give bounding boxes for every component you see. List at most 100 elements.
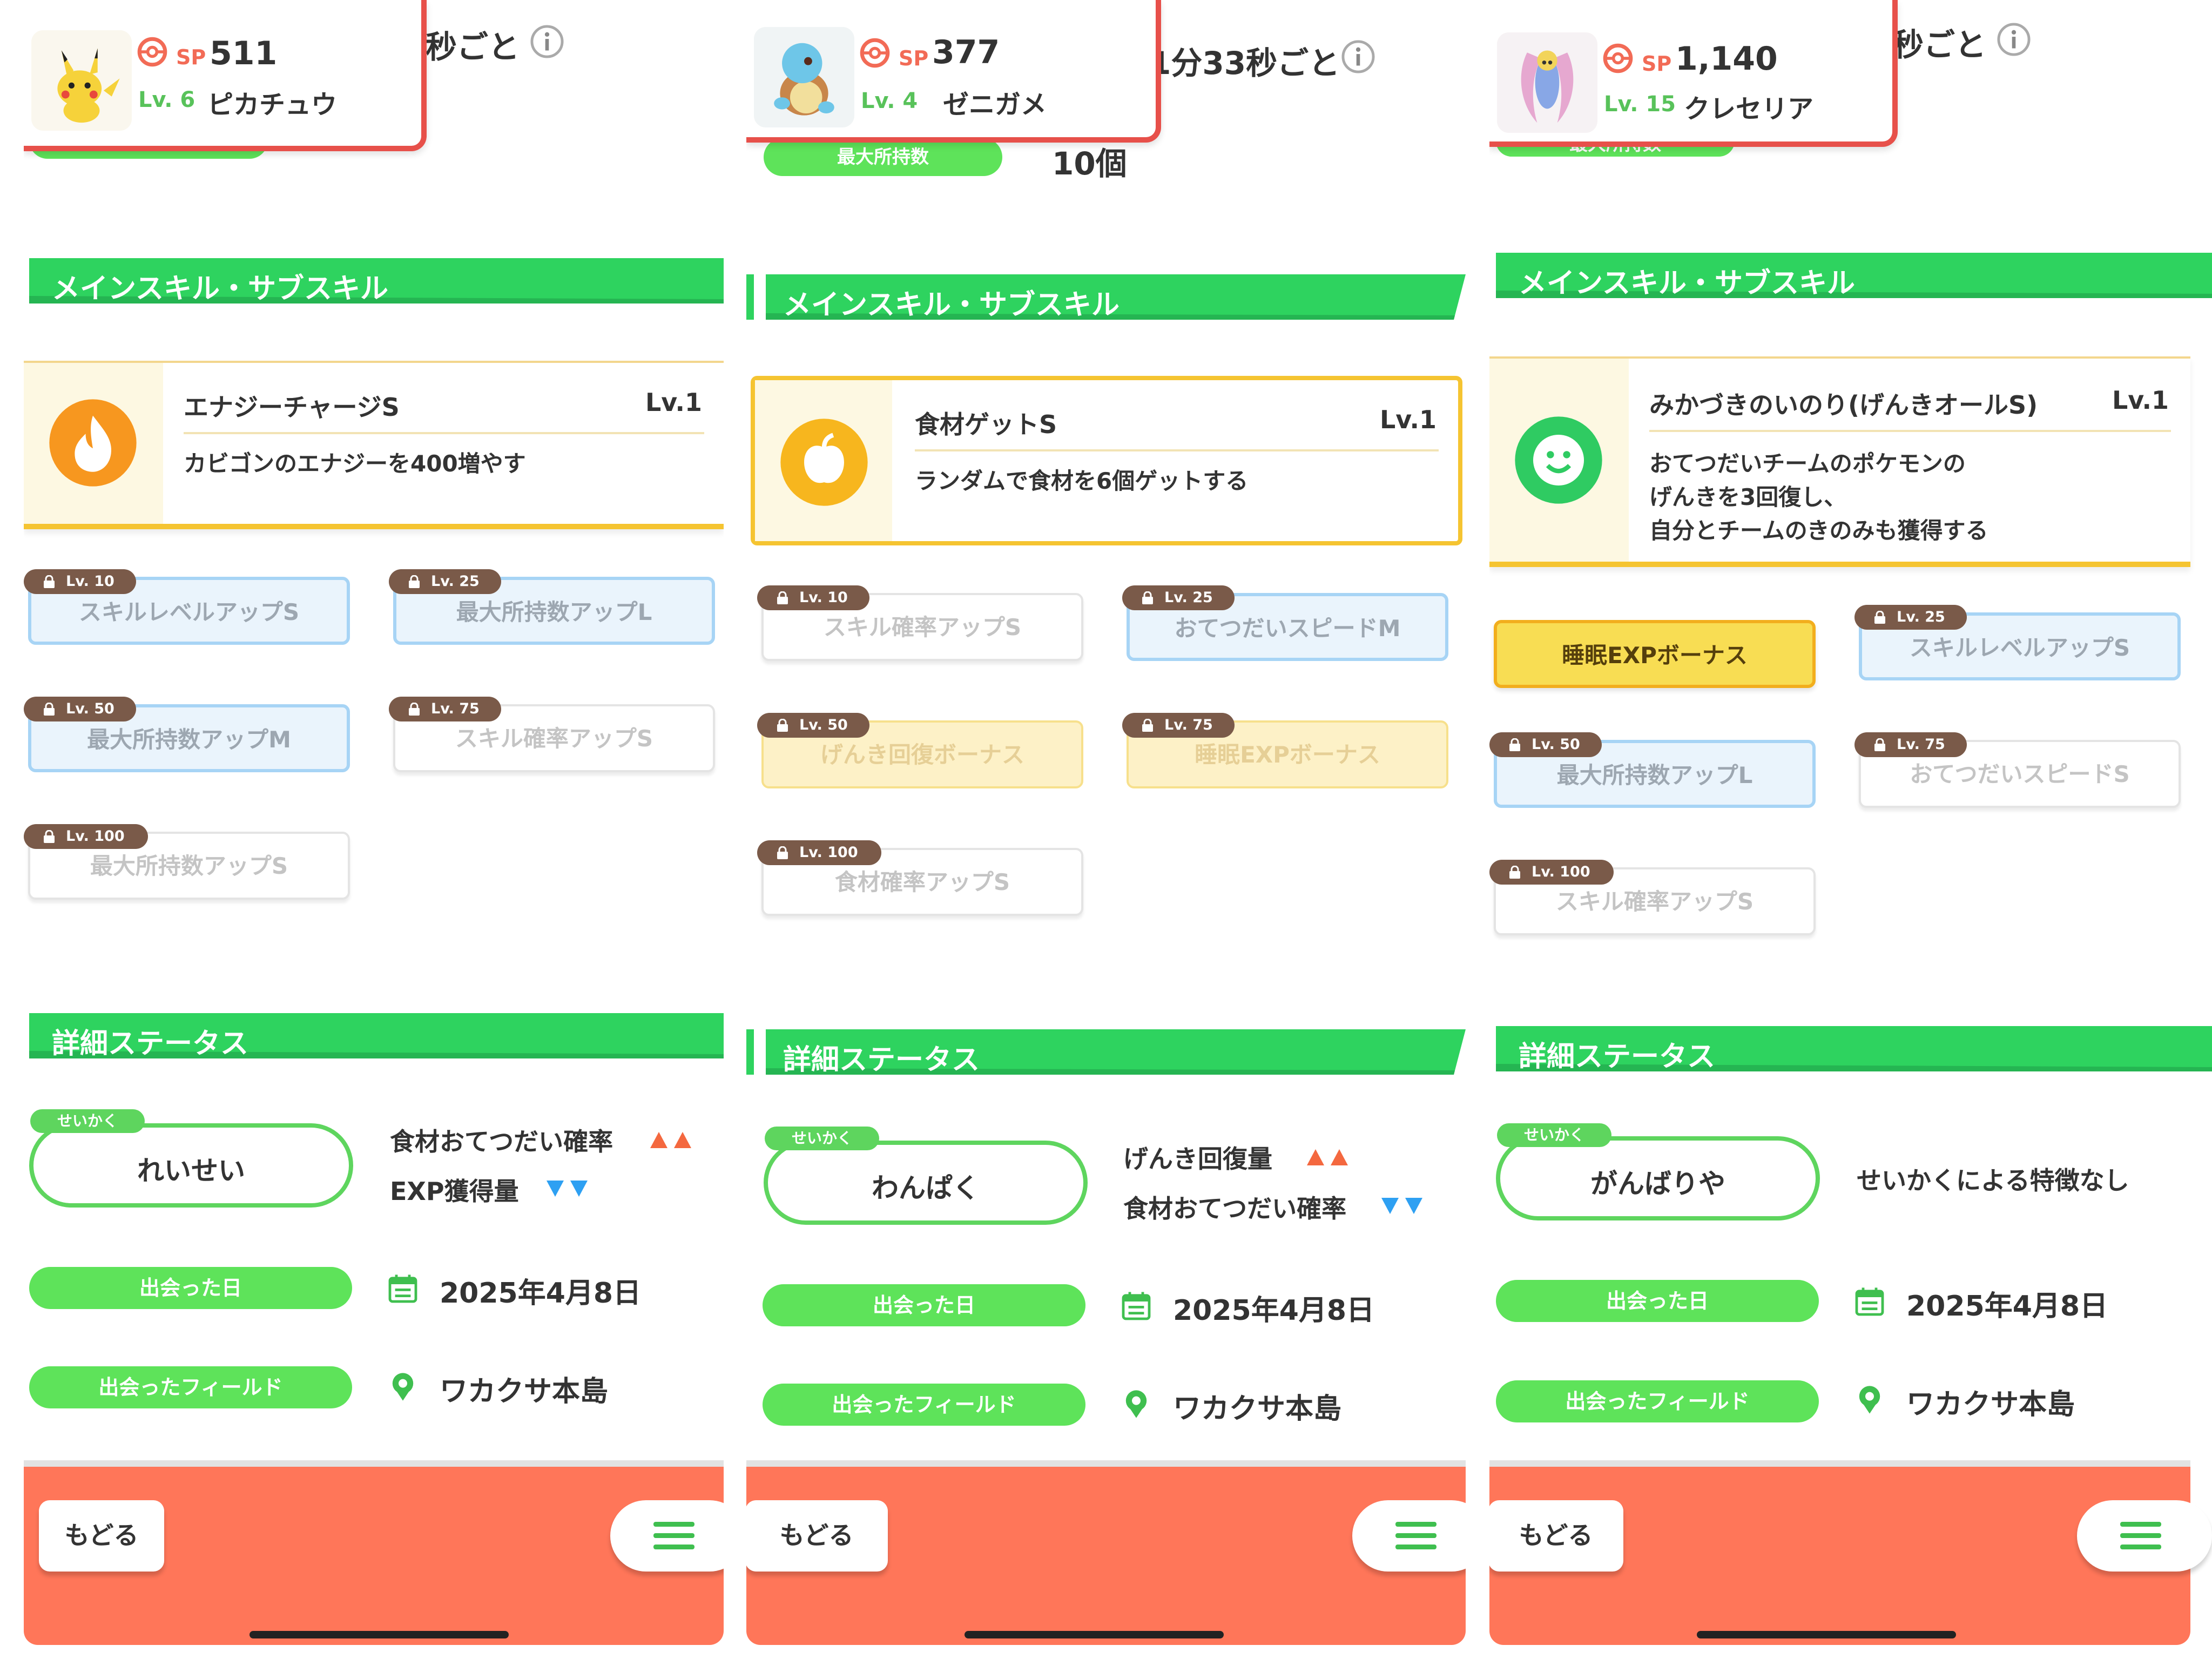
pokemon-header-card[interactable]: SP 377 Lv. 4 ゼニガメ bbox=[746, 0, 1161, 143]
pokemon-name: ピカチュウ bbox=[207, 90, 338, 120]
main-skill-section-header: メインスキル・サブスキル bbox=[746, 274, 1466, 321]
subskill-slot[interactable]: スキル確率アップS Lv. 100 bbox=[1489, 860, 1816, 935]
pokemon-header-card[interactable]: SP 511 Lv. 6 ピカチュウ bbox=[24, 0, 427, 151]
lock-icon bbox=[777, 846, 788, 859]
subskill-slot[interactable]: 食材確率アップS Lv. 100 bbox=[757, 840, 1083, 916]
pokemon-level: Lv. 15 bbox=[1604, 92, 1676, 117]
nature-value: がんばりや bbox=[1590, 1168, 1725, 1199]
subskill-level-tag: Lv. 100 bbox=[1489, 860, 1614, 885]
back-button[interactable]: もどる bbox=[1489, 1500, 1623, 1572]
met-field-value: ワカクサ本島 bbox=[440, 1375, 609, 1408]
main-skill-card[interactable]: エナジーチャージS Lv.1 カビゴンのエナジーを400増やす bbox=[24, 361, 724, 529]
calendar-icon bbox=[388, 1274, 417, 1303]
divider bbox=[184, 432, 704, 434]
subskill-slot[interactable]: スキルレベルアップS Lv. 10 bbox=[24, 569, 350, 645]
smile-icon bbox=[1515, 416, 1602, 504]
met-date-label: 出会った日 bbox=[763, 1284, 1085, 1326]
main-skill-card[interactable]: みかづきのいのり(げんきオールS) Lv.1 おてつだいチームのポケモンの げん… bbox=[1489, 356, 2190, 567]
skill-name: 食材ゲットS bbox=[915, 410, 1057, 439]
info-icon[interactable] bbox=[529, 24, 565, 59]
menu-button[interactable] bbox=[1352, 1500, 1466, 1572]
desc-line: おてつだいチームのポケモンの bbox=[1649, 450, 1966, 477]
info-icon[interactable] bbox=[1996, 22, 2032, 57]
skill-level: Lv.1 bbox=[2112, 386, 2169, 415]
skill-icon-area bbox=[1489, 359, 1629, 562]
lock-icon bbox=[44, 575, 55, 588]
met-field-label: 出会ったフィールド bbox=[763, 1384, 1085, 1426]
calendar-icon bbox=[1855, 1287, 1884, 1316]
up-arrows-icon bbox=[650, 1132, 691, 1148]
met-field-label: 出会ったフィールド bbox=[1496, 1380, 1819, 1422]
lock-icon bbox=[1142, 719, 1153, 732]
nature-box[interactable]: わんぱく bbox=[764, 1141, 1088, 1225]
met-field-value: ワカクサ本島 bbox=[1173, 1393, 1342, 1425]
lock-icon bbox=[777, 591, 788, 604]
subskill-level-tag: Lv. 100 bbox=[24, 824, 148, 849]
nature-box[interactable]: れいせい bbox=[29, 1123, 353, 1208]
subskill-slot[interactable]: 最大所持数アップS Lv. 100 bbox=[24, 824, 350, 900]
subskill-slot[interactable]: おてつだいスピードS Lv. 75 bbox=[1854, 732, 2181, 808]
subskill-level-tag: Lv. 100 bbox=[757, 840, 881, 865]
location-pin-icon bbox=[392, 1373, 414, 1401]
pokemon-header-card[interactable]: SP 1,140 Lv. 15 クレセリア bbox=[1489, 0, 1898, 147]
lock-icon bbox=[1509, 866, 1520, 879]
back-button[interactable]: もどる bbox=[746, 1500, 888, 1572]
subskill-slot[interactable]: 睡眠EXPボーナス bbox=[1489, 612, 1816, 688]
down-arrows-icon bbox=[1381, 1198, 1422, 1214]
sp-label: SP bbox=[1642, 52, 1672, 76]
help-interval: 秒ごと bbox=[1892, 26, 1987, 63]
info-icon[interactable] bbox=[1340, 39, 1376, 75]
met-field-value: ワカクサ本島 bbox=[1906, 1388, 2075, 1421]
skill-name: エナジーチャージS bbox=[184, 393, 400, 422]
section-title: 詳細ステータス bbox=[783, 1044, 980, 1076]
met-date-value: 2025年4月8日 bbox=[1906, 1290, 2108, 1323]
subskill-slot[interactable]: 最大所持数アップL Lv. 25 bbox=[389, 569, 715, 645]
section-title: メインスキル・サブスキル bbox=[783, 289, 1120, 321]
max-carry-label: 最大所持数 bbox=[764, 138, 1002, 176]
pokemon-name: クレセリア bbox=[1684, 94, 1814, 124]
subskill-level-tag: Lv. 50 bbox=[24, 697, 136, 721]
subskill-level-tag: Lv. 75 bbox=[1854, 732, 1967, 757]
subskill-button[interactable]: 睡眠EXPボーナス bbox=[1494, 620, 1816, 688]
subskill-slot[interactable]: スキルレベルアップS Lv. 25 bbox=[1854, 605, 2181, 680]
nature-box[interactable]: がんばりや bbox=[1496, 1136, 1820, 1220]
subskill-slot[interactable]: 睡眠EXPボーナス Lv. 75 bbox=[1122, 713, 1448, 788]
panel-cresselia: SP 1,140 Lv. 15 クレセリア 秒ごと 最大所持数 メインスキル・サ… bbox=[1489, 0, 2212, 1659]
home-indicator bbox=[1697, 1631, 1956, 1638]
subskill-slot[interactable]: おてつだいスピードM Lv. 25 bbox=[1122, 585, 1448, 661]
down-arrows-icon bbox=[547, 1181, 588, 1197]
panel-squirtle: SP 377 Lv. 4 ゼニガメ 1分33秒ごと 最大所持数 10個 メインス… bbox=[746, 0, 1466, 1659]
skill-level: Lv.1 bbox=[645, 388, 702, 417]
subskill-level-tag: Lv. 25 bbox=[389, 569, 501, 594]
status-section-header: 詳細ステータス bbox=[29, 1013, 724, 1060]
subskill-level-tag: Lv. 75 bbox=[1122, 713, 1235, 738]
menu-button[interactable] bbox=[2077, 1500, 2212, 1572]
subskill-slot[interactable]: げんき回復ボーナス Lv. 50 bbox=[757, 713, 1083, 788]
subskill-slot[interactable]: 最大所持数アップL Lv. 50 bbox=[1489, 732, 1816, 808]
subskill-level-tag: Lv. 50 bbox=[1489, 732, 1602, 757]
home-indicator bbox=[249, 1631, 509, 1638]
subskill-slot[interactable]: スキル確率アップS Lv. 10 bbox=[757, 585, 1083, 661]
main-skill-card[interactable]: 食材ゲットS Lv.1 ランダムで食材を6個ゲットする bbox=[751, 376, 1462, 545]
nature-tag: せいかく bbox=[1497, 1123, 1611, 1147]
help-interval: 1分33秒ごと bbox=[1149, 45, 1340, 82]
back-button[interactable]: もどる bbox=[39, 1500, 164, 1572]
panel-pikachu: SP 511 Lv. 6 ピカチュウ 秒ごと 最大所持数 17個 メインスキル・… bbox=[24, 0, 724, 1659]
pikachu-portrait-icon bbox=[31, 30, 132, 131]
met-date-label: 出会った日 bbox=[29, 1267, 352, 1309]
met-date-value: 2025年4月8日 bbox=[440, 1277, 642, 1310]
skill-description: カビゴンのエナジーを400増やす bbox=[184, 447, 526, 481]
lock-icon bbox=[1509, 738, 1520, 751]
sp-label: SP bbox=[176, 45, 206, 69]
menu-button[interactable] bbox=[610, 1500, 724, 1572]
subskill-level-tag: Lv. 25 bbox=[1854, 605, 1967, 630]
section-title: 詳細ステータス bbox=[52, 1028, 249, 1060]
home-indicator bbox=[965, 1631, 1224, 1638]
nature-value: わんぱく bbox=[872, 1172, 980, 1204]
section-title: メインスキル・サブスキル bbox=[52, 273, 388, 305]
subskill-slot[interactable]: スキル確率アップS Lv. 75 bbox=[389, 697, 715, 772]
pokemon-level: Lv. 6 bbox=[138, 87, 195, 112]
section-title: 詳細ステータス bbox=[1519, 1041, 1716, 1073]
nature-down-stat: 食材おてつだい確率 bbox=[1123, 1194, 1347, 1223]
subskill-slot[interactable]: 最大所持数アップM Lv. 50 bbox=[24, 697, 350, 772]
